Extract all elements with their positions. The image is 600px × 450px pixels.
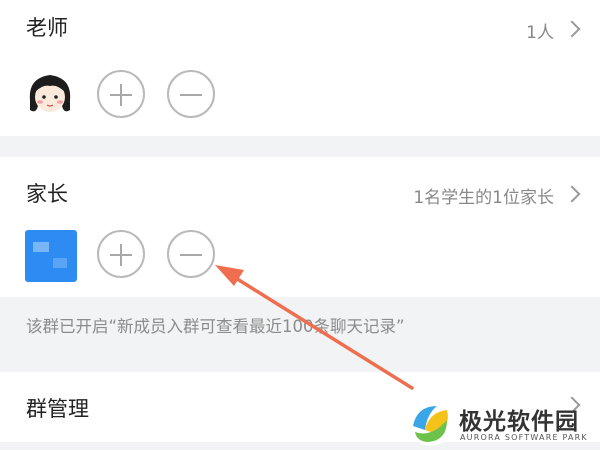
aurora-logo-icon (409, 402, 453, 446)
annotation-arrow (215, 265, 414, 390)
watermark: 极光软件园 AURORA SOFTWARE PARK (407, 400, 597, 448)
watermark-subtitle: AURORA SOFTWARE PARK (460, 433, 588, 442)
watermark-name: 极光软件园 (459, 409, 579, 435)
